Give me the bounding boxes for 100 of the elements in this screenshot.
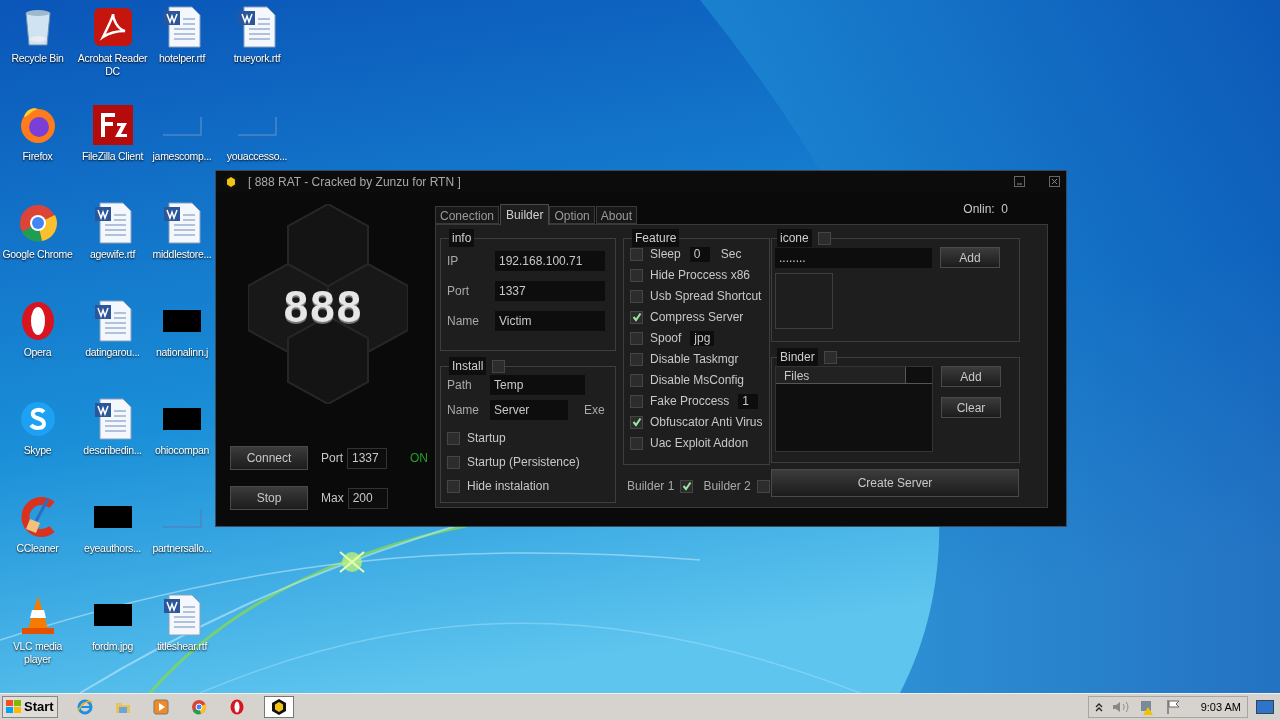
desktop-icon-label[interactable]: youaccesso...: [226, 150, 288, 163]
stop-button[interactable]: Stop: [230, 486, 308, 510]
desktop-icon-label[interactable]: Firefox: [22, 150, 53, 163]
taskbar-app[interactable]: [263, 696, 294, 718]
create-server-button[interactable]: Create Server: [771, 469, 1019, 497]
option-field[interactable]: 1: [738, 393, 759, 409]
desktop-icon-label[interactable]: datingarou...: [85, 346, 140, 359]
desktop-icon-label[interactable]: Google Chrome: [2, 248, 73, 261]
minimize-icon[interactable]: [1014, 176, 1025, 187]
app-logo-icon[interactable]: [269, 698, 288, 716]
checkbox[interactable]: [630, 352, 643, 366]
desktop-icon-label[interactable]: nationalinn.j: [155, 346, 209, 359]
option-field[interactable]: jpg: [690, 330, 715, 346]
field-label: Name: [447, 402, 480, 419]
clock[interactable]: 9:03 AM: [1200, 698, 1241, 716]
group-title: info: [449, 229, 475, 247]
field-label: Name: [447, 313, 480, 330]
flag-icon[interactable]: [1165, 699, 1182, 715]
desktop-icon-label[interactable]: agewife.rtf: [89, 248, 136, 261]
icon-path-field[interactable]: ........: [775, 247, 932, 268]
checkbox[interactable]: [447, 455, 460, 469]
option-label: Usb Spread Shortcut: [650, 288, 762, 305]
option-label: Obfuscator Anti Virus: [650, 414, 763, 431]
option-label: Disable Taskmgr: [650, 351, 739, 368]
option-label: Uac Exploit Addon: [650, 435, 749, 452]
checkbox[interactable]: [630, 289, 643, 303]
field-label: Port: [447, 283, 470, 300]
column-header[interactable]: Files: [776, 367, 906, 383]
field-label: Path: [447, 377, 473, 394]
option-label: Hide instalation: [467, 478, 550, 495]
tab[interactable]: Builder: [500, 204, 550, 225]
option-label: Startup (Persistence): [467, 454, 580, 471]
icon-preview: [775, 273, 833, 329]
option-label: Fake Proccess: [650, 393, 730, 410]
group-title: Install: [449, 357, 487, 375]
checkbox[interactable]: [630, 310, 643, 324]
option-label: Hide Proccess x86: [650, 267, 751, 284]
desktop-icon-label[interactable]: Acrobat Reader DC: [75, 52, 150, 78]
name-field[interactable]: Server: [490, 400, 568, 420]
unit-label: Sec: [720, 246, 742, 263]
option-label: Sleep: [650, 246, 681, 263]
clear-button[interactable]: Clear: [941, 397, 1001, 418]
max-field[interactable]: 200: [347, 487, 388, 509]
option-label: Spoof: [650, 330, 682, 347]
extension-label: Exe: [584, 402, 605, 419]
show-desktop-icon[interactable]: [1256, 700, 1274, 714]
desktop-icon-label[interactable]: Opera: [23, 346, 52, 359]
checkbox[interactable]: [630, 373, 643, 387]
checkbox[interactable]: [680, 479, 694, 493]
tab[interactable]: About: [595, 206, 638, 224]
path-field[interactable]: Temp: [490, 375, 585, 395]
speaker-icon[interactable]: [1111, 700, 1130, 714]
checkbox[interactable]: [447, 431, 460, 445]
option-label: Startup: [467, 430, 506, 447]
files-list[interactable]: Files: [775, 366, 933, 452]
text-field[interactable]: 192.168.100.71: [495, 251, 605, 271]
desktop-icon-label[interactable]: describedin...: [83, 444, 142, 457]
tab[interactable]: Option: [549, 206, 595, 224]
group-checkbox[interactable]: [492, 359, 506, 373]
port-field[interactable]: 1337: [347, 447, 387, 469]
chevron-up-icon[interactable]: [1094, 702, 1103, 712]
builder-label: Builder 2: [703, 478, 751, 495]
windows-logo-icon: [6, 700, 22, 714]
max-label: Max: [321, 490, 344, 507]
group-checkbox[interactable]: [823, 350, 837, 364]
add-button[interactable]: Add: [941, 366, 1001, 387]
tab[interactable]: Conection: [435, 206, 500, 224]
window-title: [ 888 RAT - Cracked by Zunzu for RTN ]: [248, 173, 461, 191]
add-button[interactable]: Add: [940, 247, 1000, 268]
group-checkbox[interactable]: [817, 231, 831, 245]
logo-text: 888: [283, 281, 364, 333]
checkbox[interactable]: [630, 394, 643, 408]
option-label: Disable MsConfig: [650, 372, 745, 389]
text-field[interactable]: 1337: [495, 281, 605, 301]
checkbox[interactable]: [630, 415, 643, 429]
port-label: Port: [321, 450, 343, 467]
desktop-icon-label[interactable]: middlestore...: [152, 248, 212, 261]
desktop-icon-label[interactable]: FileZilla Client: [81, 150, 144, 163]
desktop-icon-label[interactable]: jamescomp...: [152, 150, 212, 163]
checkbox[interactable]: [630, 436, 643, 450]
checkbox[interactable]: [630, 331, 643, 345]
text-field[interactable]: Victim: [495, 311, 605, 331]
option-field[interactable]: 0: [689, 246, 710, 262]
checkbox[interactable]: [447, 479, 460, 493]
close-icon[interactable]: [1049, 176, 1060, 187]
online-count: Onlin: 0: [963, 201, 1008, 218]
checkbox[interactable]: [630, 247, 643, 261]
connect-button[interactable]: Connect: [230, 446, 308, 470]
checkbox[interactable]: [756, 479, 770, 493]
field-label: IP: [447, 253, 460, 270]
status-text: ON: [410, 450, 428, 467]
start-button[interactable]: Start: [2, 696, 58, 718]
desktop-icon-label[interactable]: Skype: [23, 444, 52, 457]
option-label: Compress Server: [650, 309, 744, 326]
group-title: Binder: [777, 348, 818, 366]
checkbox[interactable]: [630, 268, 643, 282]
desktop-icon-label[interactable]: Recycle Bin: [11, 52, 64, 65]
desktop-icon-label[interactable]: hotelper.rtf: [159, 52, 205, 65]
desktop-icon-label[interactable]: trueyork.rtf: [233, 52, 281, 65]
group-title: Feature: [632, 229, 680, 247]
